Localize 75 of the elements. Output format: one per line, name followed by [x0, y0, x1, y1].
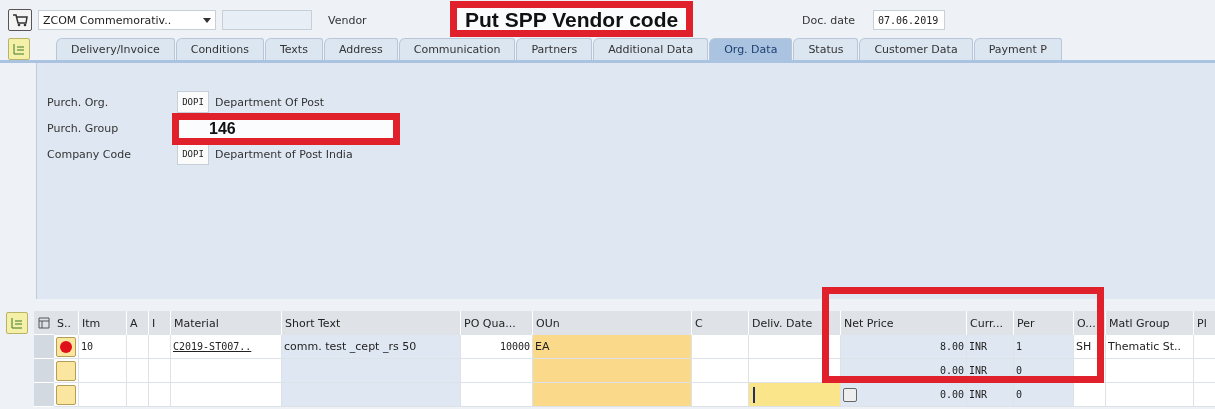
annotation-label: Put SPP Vendor code	[450, 1, 694, 37]
table-settings-button[interactable]	[34, 311, 54, 335]
table-cell	[149, 383, 171, 407]
column-header[interactable]: A	[127, 311, 149, 335]
table-cell: 0.00	[841, 383, 967, 407]
code-field[interactable]: DOPI	[177, 91, 209, 113]
cart-icon[interactable]	[8, 9, 32, 31]
vendor-label: Vendor	[328, 13, 368, 27]
table-cell	[692, 383, 749, 407]
doc-date-field[interactable]: 07.06.2019	[873, 10, 945, 30]
table-cell: INR	[967, 383, 1014, 407]
column-header[interactable]: Pl	[1194, 311, 1215, 335]
value-help-button[interactable]	[843, 387, 857, 402]
table-cell	[461, 383, 533, 407]
column-header[interactable]: Per	[1014, 311, 1074, 335]
column-header[interactable]: S..	[54, 311, 79, 335]
column-header[interactable]: I	[149, 311, 171, 335]
tab[interactable]: Payment P	[973, 38, 1062, 60]
table-cell	[127, 335, 149, 359]
table-cell: comm. test _cept _rs 50	[282, 335, 461, 359]
column-header[interactable]: OUn	[533, 311, 692, 335]
column-header[interactable]: Material	[171, 311, 282, 335]
field-description: Department Of Post	[215, 95, 325, 109]
row-selector[interactable]	[34, 383, 54, 407]
column-header[interactable]: Short Text	[282, 311, 461, 335]
table-cell: EA	[533, 335, 692, 359]
column-header[interactable]: Matl Group	[1106, 311, 1194, 335]
tab[interactable]: Communication	[398, 38, 516, 60]
table-cell	[127, 359, 149, 383]
table-cell: 8.00	[841, 335, 967, 359]
doc-date-label: Doc. date	[802, 13, 857, 27]
list-icon[interactable]	[8, 38, 30, 60]
list-icon[interactable]	[6, 312, 28, 334]
table-cell: 10	[79, 335, 127, 359]
dropdown-caret-icon	[203, 17, 211, 23]
table-cell: 1	[1014, 335, 1074, 359]
column-header[interactable]: C	[692, 311, 749, 335]
field-label: Company Code	[47, 147, 132, 161]
column-header[interactable]: Net Price	[841, 311, 967, 335]
table-cell	[692, 335, 749, 359]
field-label: Purch. Group	[47, 121, 120, 135]
column-header[interactable]: Curr...	[967, 311, 1014, 335]
table-icon	[38, 316, 50, 329]
field-description: Department of Post India	[215, 147, 353, 161]
tab[interactable]: Status	[793, 38, 859, 60]
tab[interactable]: Conditions	[175, 38, 264, 60]
table-cell	[1194, 335, 1215, 359]
code-field[interactable]: DOPI	[177, 143, 209, 165]
material-link[interactable]: C2019-ST007..	[173, 341, 252, 352]
tab[interactable]: Address	[323, 38, 398, 60]
tab[interactable]: Texts	[264, 38, 323, 60]
column-header[interactable]: PO Qua...	[461, 311, 533, 335]
tab[interactable]: Additional Data	[593, 38, 709, 60]
order-type-dropdown[interactable]: ZCOM Commemorativ..	[38, 10, 216, 30]
annotation-label: 146	[172, 113, 400, 145]
field-label: Purch. Org.	[47, 95, 110, 109]
tab[interactable]: Delivery/Invoice	[56, 38, 175, 60]
column-header[interactable]: Deliv. Date	[749, 311, 841, 335]
date-input-field[interactable]	[749, 383, 841, 407]
table-cell: 0	[1014, 383, 1074, 407]
table-cell	[1194, 359, 1215, 383]
table-cell	[461, 359, 533, 383]
table-cell	[692, 359, 749, 383]
table-cell: INR	[967, 335, 1014, 359]
table-cell: 10000	[461, 335, 533, 359]
po-number-field[interactable]	[222, 10, 312, 30]
tab[interactable]: Partners	[516, 38, 593, 60]
table-cell	[149, 359, 171, 383]
tab[interactable]: Customer Data	[859, 38, 973, 60]
table-cell	[1074, 383, 1106, 407]
column-header[interactable]: Itm	[79, 311, 127, 335]
table-cell	[1194, 383, 1215, 407]
table-cell	[127, 383, 149, 407]
table-cell: Thematic St..	[1106, 335, 1194, 359]
tab[interactable]: Org. Data	[709, 38, 793, 60]
